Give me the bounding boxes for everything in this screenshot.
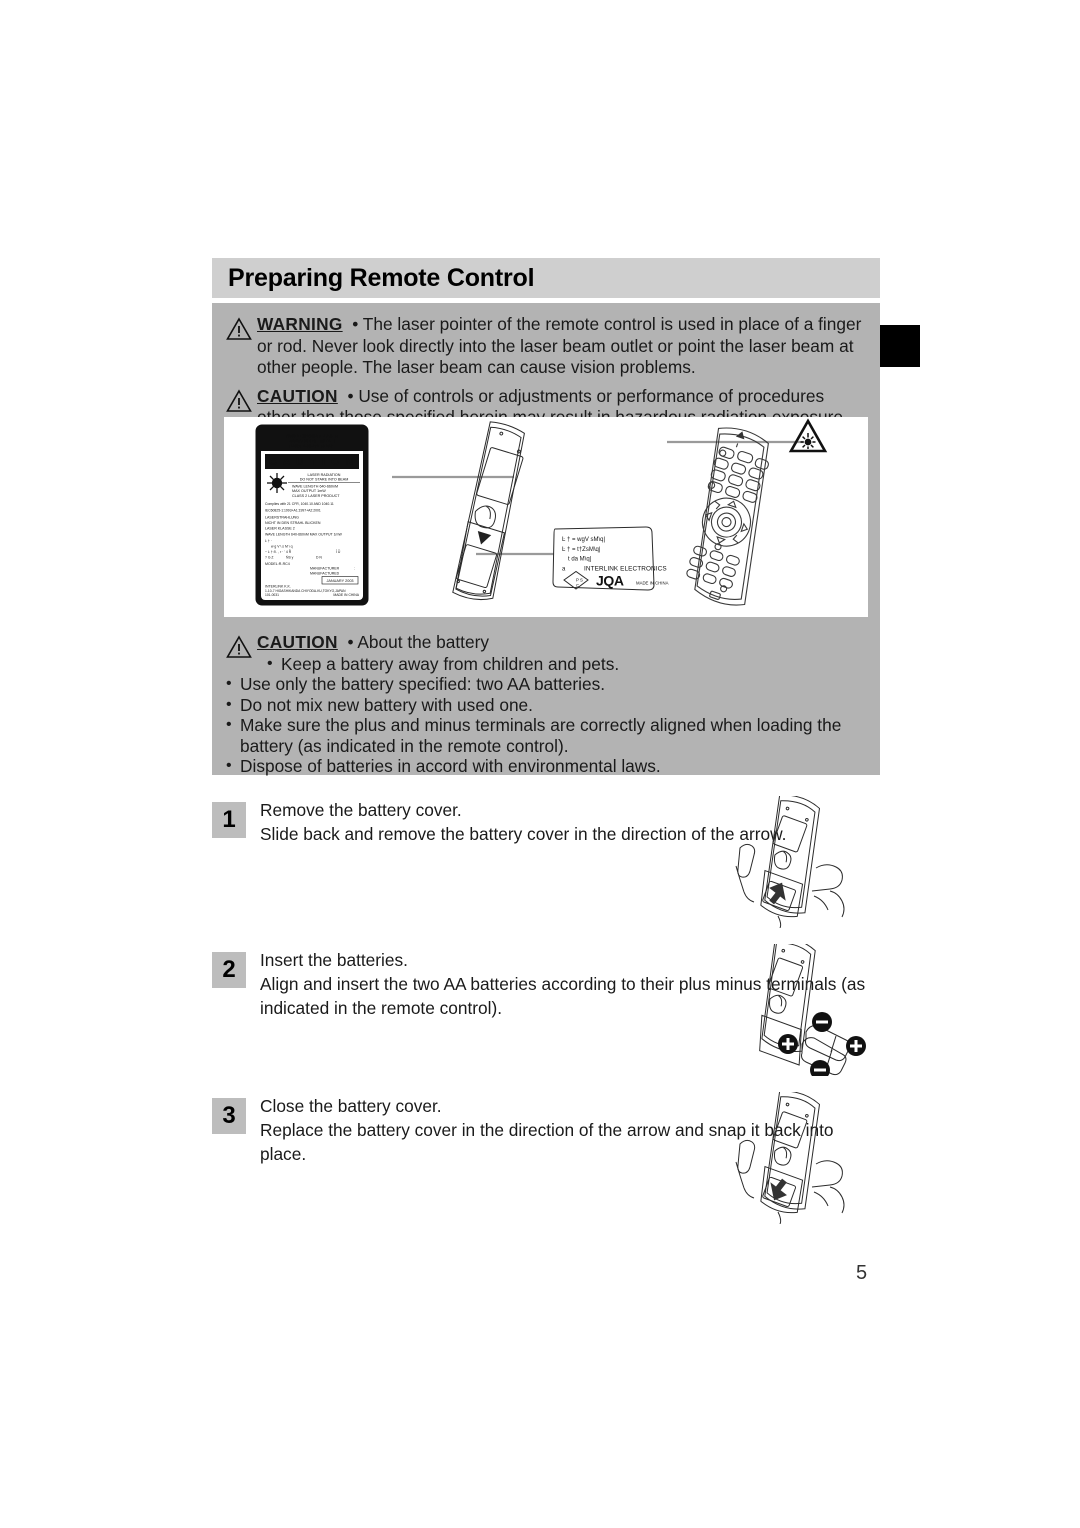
remote-control-back-view [452, 421, 525, 601]
svg-text:MADE IN CHINA: MADE IN CHINA [333, 593, 359, 597]
svg-text:JANUARY 2003: JANUARY 2003 [326, 579, 353, 583]
svg-text:NICHT IN DEN STRAHL BLICKEN: NICHT IN DEN STRAHL BLICKEN [265, 521, 321, 525]
page-edge-tab-marker [880, 325, 920, 367]
svg-text:WAVE LENGTH 640-660nM MAX OUTP: WAVE LENGTH 640-660nM MAX OUTPUT 1mW [265, 533, 342, 537]
list-text: Make sure the plus and minus terminals a… [240, 715, 842, 756]
battery-caution-heading-row: CAUTION • About the battery • Keep a bat… [226, 632, 866, 674]
svg-text:DO NOT STARE INTO BEAM: DO NOT STARE INTO BEAM [300, 477, 349, 481]
caution-label: CAUTION [257, 385, 338, 406]
document-page: Preparing Remote Control WARNING • The l… [0, 0, 1080, 1528]
step-number-badge: 1 [212, 802, 246, 838]
svg-text:P S: P S [576, 578, 583, 583]
minus-terminal-icon [810, 1060, 830, 1076]
section-title-bar: Preparing Remote Control [212, 258, 880, 298]
list-text: Dispose of batteries in accord with envi… [240, 756, 661, 776]
page-number: 5 [856, 1262, 868, 1284]
svg-text:LASER KLASSE 2: LASER KLASSE 2 [265, 527, 295, 531]
svg-text:MANUFACTURER: MANUFACTURER [310, 567, 340, 571]
warning-bullet: • [352, 314, 359, 334]
svg-text:C: C [576, 583, 579, 588]
svg-text:a: a [562, 567, 566, 573]
svg-text:101-0031: 101-0031 [265, 593, 279, 597]
svg-text:CLASS 2 LASER PRODUCT: CLASS 2 LASER PRODUCT [292, 494, 340, 498]
svg-text:MADE IN CHINA: MADE IN CHINA [636, 581, 669, 586]
svg-text:MAX OUTPUT 1mW: MAX OUTPUT 1mW [292, 489, 326, 493]
warning-triangle-icon [226, 317, 252, 341]
battery-list-item: • Dispose of batteries in accord with en… [226, 756, 866, 777]
battery-list-item: • Do not mix new battery with used one. [226, 695, 866, 716]
svg-text:Complies with 21 CFR, 1040.10: Complies with 21 CFR, 1040.10 AND 1040.1… [265, 502, 334, 506]
list-bullet: • [226, 695, 232, 713]
svg-text::: : [354, 567, 355, 571]
svg-text:FROM THIS APERTURE: FROM THIS APERTURE [289, 444, 335, 449]
laser-radiation-symbol-icon [788, 418, 828, 453]
step-2-illustration [759, 944, 866, 1076]
svg-text:INTERLINK ELECTRONICS: INTERLINK ELECTRONICS [584, 566, 667, 573]
plus-terminal-icon [846, 1036, 866, 1056]
battery-caution-panel: CAUTION • About the battery • Keep a bat… [212, 622, 880, 777]
svg-text:t da M\q|: t da M\q| [568, 557, 592, 563]
svg-text:? G Z: ? G Z [265, 556, 273, 560]
battery-caution-bullet: • [347, 632, 354, 652]
list-text: Do not mix new battery with used one. [240, 694, 533, 715]
svg-text:D N: D N [316, 556, 322, 560]
caution-triangle-icon [226, 388, 252, 413]
warning-label: WARNING [257, 314, 343, 334]
step-3-illustration [735, 1092, 845, 1224]
battery-caution-heading-body: CAUTION • About the battery • Keep a bat… [257, 632, 866, 674]
warning-bullet-sep [343, 314, 353, 334]
battery-first-item: Keep a battery away from children and pe… [281, 653, 620, 674]
svg-text:MANUFACTURED: MANUFACTURED [310, 572, 340, 576]
remote-control-front-view [686, 427, 769, 606]
list-bullet: • [226, 716, 232, 733]
laser-warning-body: WARNING • The laser pointer of the remot… [257, 314, 866, 379]
psc-mark-icon: P S C [563, 570, 589, 590]
list-bullet: • [226, 675, 232, 692]
svg-text:INTERLINK K.K.: INTERLINK K.K. [265, 585, 291, 589]
step-number-badge: 3 [212, 1098, 246, 1134]
step-1-illustration [735, 796, 845, 928]
page-title: Preparing Remote Control [228, 263, 535, 292]
battery-list-item: • Use only the battery specified: two AA… [226, 674, 866, 695]
battery-caution-triangle-icon [226, 635, 252, 659]
caution-bullet-sep [338, 386, 348, 406]
caution-label-graphic: AVOID EXPOSURE-LASER RADIATION IS EMITTE… [255, 424, 369, 606]
step-number-badge: 2 [212, 952, 246, 988]
svg-text:Ŀ † = t†ZsM\q|: Ŀ † = t†ZsM\q| [562, 547, 601, 553]
plus-terminal-icon [778, 1034, 798, 1054]
svg-text:Ŀ † ·: Ŀ † · [265, 539, 272, 543]
laser-burst-icon [267, 473, 287, 493]
svg-text:w g V \ s M \ q: w g V \ s M \ q [271, 545, 293, 549]
svg-text:MODEL:R-RC4: MODEL:R-RC4 [265, 562, 290, 566]
svg-text:LASER RADIATION: LASER RADIATION [308, 473, 341, 477]
battery-caution-label: CAUTION [257, 632, 338, 652]
svg-text:IEC60825-1:1993+A1:1997+A2:200: IEC60825-1:1993+A1:1997+A2:2001 [265, 509, 321, 513]
rating-label-graphic: Ŀ † = wgV sM\q| Ŀ † = t†ZsM\q| t da M\q|… [552, 526, 669, 591]
battery-first-bullet: • [267, 654, 273, 672]
list-text: Use only the battery specified: two AA b… [240, 674, 606, 694]
svg-text:LASERSTRAHLUNG: LASERSTRAHLUNG [265, 516, 299, 520]
svg-text:ǸS y: ǸS y [286, 556, 294, 560]
list-bullet: • [226, 757, 232, 774]
svg-text:Ȋ Ȕ: Ȋ Ȕ [336, 549, 341, 554]
svg-text:C A U T I O N: C A U T I O N [269, 456, 354, 468]
battery-list-item: • Make sure the plus and minus terminals… [226, 715, 866, 756]
svg-text:~ Ŀ † ƌ . , r · ' 4 Ȑ: ~ Ŀ † ƌ . , r · ' 4 Ȑ [265, 549, 292, 554]
laser-warning-notice: WARNING • The laser pointer of the remot… [212, 303, 880, 379]
svg-text:JQA: JQA [596, 573, 624, 589]
battery-caution-heading: About the battery [357, 632, 489, 652]
minus-terminal-icon [812, 1012, 832, 1032]
battery-caution-sep [338, 632, 348, 652]
remote-control-figure: AVOID EXPOSURE-LASER RADIATION IS EMITTE… [224, 417, 868, 617]
svg-text:Ŀ † = wgV sM\q|: Ŀ † = wgV sM\q| [562, 537, 606, 543]
svg-text:WAVE LENGTH 640-660nM: WAVE LENGTH 640-660nM [292, 485, 338, 489]
figure-illustration: AVOID EXPOSURE-LASER RADIATION IS EMITTE… [255, 418, 828, 606]
caution-bullet: • [347, 385, 354, 406]
